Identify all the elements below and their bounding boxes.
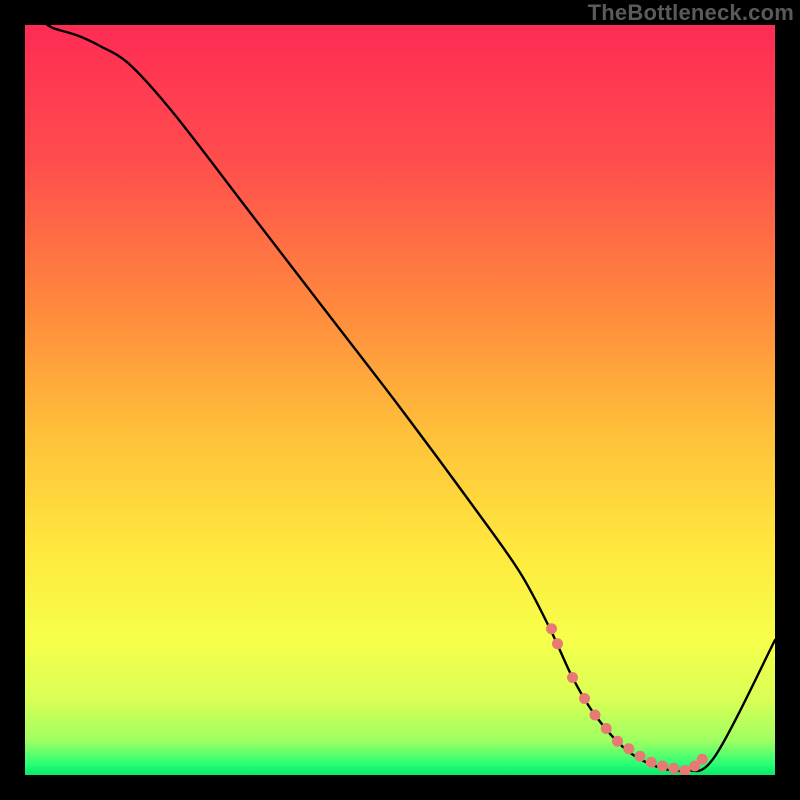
marker-dot bbox=[546, 623, 557, 634]
marker-dot bbox=[590, 710, 601, 721]
marker-dot bbox=[657, 761, 668, 772]
marker-dot bbox=[668, 763, 679, 774]
marker-dot bbox=[646, 757, 657, 768]
marker-dot bbox=[697, 754, 708, 765]
marker-dot bbox=[635, 751, 646, 762]
marker-dot bbox=[601, 723, 612, 734]
bottleneck-chart bbox=[0, 0, 800, 800]
watermark-text: TheBottleneck.com bbox=[588, 0, 794, 26]
chart-stage: TheBottleneck.com bbox=[0, 0, 800, 800]
marker-dot bbox=[680, 765, 691, 776]
marker-dot bbox=[552, 638, 563, 649]
marker-dot bbox=[612, 736, 623, 747]
marker-dot bbox=[623, 743, 634, 754]
plot-area bbox=[25, 25, 775, 775]
marker-dot bbox=[567, 672, 578, 683]
marker-dot bbox=[579, 693, 590, 704]
